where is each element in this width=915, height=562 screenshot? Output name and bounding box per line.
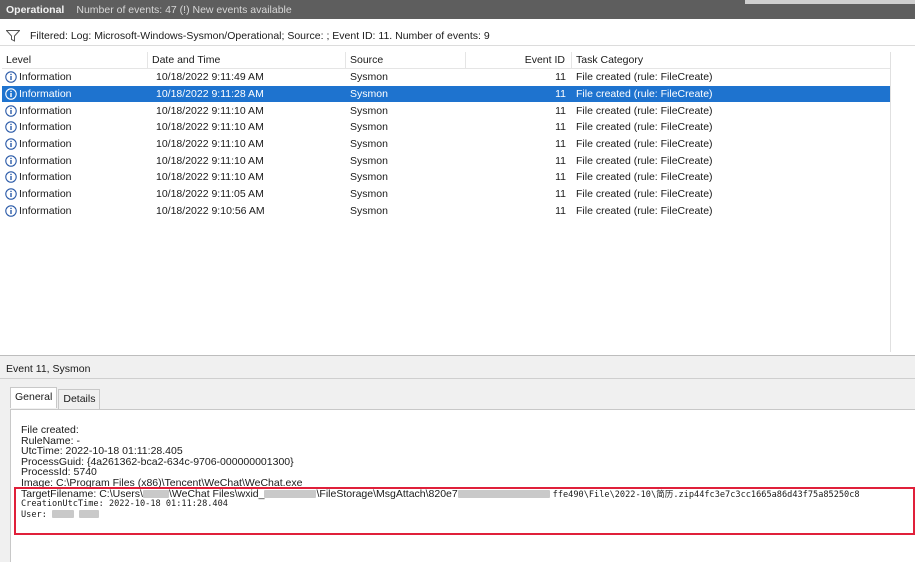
cell-task-category: File created (rule: FileCreate) <box>576 88 713 101</box>
cell-event-id: 11 <box>555 121 566 134</box>
cell-date: 10/18/2022 9:11:05 AM <box>156 188 264 201</box>
information-icon <box>5 155 17 167</box>
cell-source: Sysmon <box>350 88 388 101</box>
information-icon <box>5 138 17 150</box>
cell-source: Sysmon <box>350 121 388 134</box>
detail-divider <box>0 378 915 379</box>
cell-level: Information <box>2 205 148 217</box>
cell-task-category: File created (rule: FileCreate) <box>576 204 713 217</box>
column-header-level[interactable]: Level <box>2 51 148 69</box>
table-row[interactable]: Information 10/18/2022 9:10:56 AM Sysmon 11… <box>2 203 890 220</box>
cell-level-text: Information <box>19 188 72 201</box>
highlight-annotation-box <box>14 487 915 535</box>
cell-date: 10/18/2022 9:11:10 AM <box>156 171 264 184</box>
filter-description: Filtered: Log: Microsoft-Windows-Sysmon/… <box>30 30 490 42</box>
table-row[interactable]: Information 10/18/2022 9:11:10 AM Sysmon 11… <box>2 152 890 169</box>
cell-level-text: Information <box>19 171 72 184</box>
cell-level-text: Information <box>19 154 72 167</box>
cell-date: 10/18/2022 9:11:10 AM <box>156 154 264 167</box>
cell-source: Sysmon <box>350 138 388 151</box>
cell-event-id: 11 <box>555 204 566 217</box>
cell-task-category: File created (rule: FileCreate) <box>576 71 713 84</box>
cell-source: Sysmon <box>350 104 388 117</box>
table-row[interactable]: Information 10/18/2022 9:11:10 AM Sysmon 11… <box>2 136 890 153</box>
cell-event-id: 11 <box>555 171 566 184</box>
column-header-task-category[interactable]: Task Category <box>572 52 890 69</box>
cell-level: Information <box>2 105 148 117</box>
column-header-source[interactable]: Source <box>346 51 466 69</box>
log-name: Operational <box>6 3 65 16</box>
event-count-status[interactable]: Number of events: 47 (!) New events avai… <box>76 4 291 16</box>
cell-source: Sysmon <box>350 71 388 84</box>
cell-event-id: 11 <box>555 71 566 84</box>
line-file-created: File created: <box>21 424 79 436</box>
table-row[interactable]: Information 10/18/2022 9:11:10 AM Sysmon 11… <box>2 119 890 136</box>
cell-task-category: File created (rule: FileCreate) <box>576 171 713 184</box>
table-row[interactable]: Information 10/18/2022 9:11:28 AM Sysmon 11… <box>2 85 890 103</box>
cell-level-text: Information <box>19 71 72 84</box>
cell-date: 10/18/2022 9:10:56 AM <box>156 204 265 217</box>
cell-level-text: Information <box>19 88 72 101</box>
cell-source: Sysmon <box>350 171 388 184</box>
cell-source: Sysmon <box>350 188 388 201</box>
cell-task-category: File created (rule: FileCreate) <box>576 154 713 167</box>
cell-task-category: File created (rule: FileCreate) <box>576 104 713 117</box>
information-icon <box>5 205 17 217</box>
filter-bar: Filtered: Log: Microsoft-Windows-Sysmon/… <box>0 27 915 46</box>
column-header-event-id[interactable]: Event ID <box>466 51 572 69</box>
table-row[interactable]: Information 10/18/2022 9:11:10 AM Sysmon 11… <box>2 102 890 119</box>
information-icon <box>5 171 17 184</box>
cell-level: Information <box>2 71 148 83</box>
event-detail-title: Event 11, Sysmon <box>6 363 91 375</box>
information-icon <box>5 71 17 84</box>
cell-level: Information <box>2 88 148 100</box>
detail-tabs: General Details <box>10 387 101 410</box>
filter-icon <box>6 30 20 42</box>
cell-level-text: Information <box>19 104 72 117</box>
cell-event-id: 11 <box>555 138 566 151</box>
cell-level: Information <box>2 121 148 133</box>
cell-level: Information <box>2 188 148 200</box>
cell-level: Information <box>2 171 148 183</box>
cell-date: 10/18/2022 9:11:49 AM <box>156 71 264 84</box>
cell-event-id: 11 <box>555 88 566 101</box>
log-titlebar: Operational Number of events: 47 (!) New… <box>0 0 915 19</box>
grid-rows: Information 10/18/2022 9:11:49 AM Sysmon 11… <box>2 69 890 219</box>
cell-task-category: File created (rule: FileCreate) <box>576 138 713 151</box>
grid-header: Level Date and Time Source Event ID Task… <box>2 51 890 69</box>
cell-task-category: File created (rule: FileCreate) <box>576 188 713 201</box>
information-icon <box>5 88 17 100</box>
cell-task-category: File created (rule: FileCreate) <box>576 121 713 134</box>
cell-date: 10/18/2022 9:11:10 AM <box>156 121 264 134</box>
cell-level: Information <box>2 138 148 150</box>
cell-source: Sysmon <box>350 154 388 167</box>
cell-date: 10/18/2022 9:11:10 AM <box>156 104 264 117</box>
events-grid[interactable]: Level Date and Time Source Event ID Task… <box>2 51 890 219</box>
table-row[interactable]: Information 10/18/2022 9:11:05 AM Sysmon 11… <box>2 186 890 203</box>
column-header-date[interactable]: Date and Time <box>148 51 346 69</box>
line-process-guid: ProcessGuid: {4a261362-bca2-634c-9706-00… <box>21 455 294 468</box>
general-panel: File created: RuleName: - UtcTime: 2022-… <box>10 409 915 562</box>
cell-date: 10/18/2022 9:11:28 AM <box>156 88 264 101</box>
cell-level-text: Information <box>19 138 72 151</box>
information-icon <box>5 188 17 200</box>
cell-date: 10/18/2022 9:11:10 AM <box>156 138 264 151</box>
grid-scroll-edge <box>890 52 891 352</box>
titlebar-strip <box>745 0 915 4</box>
cell-level-text: Information <box>19 204 72 217</box>
cell-event-id: 11 <box>555 154 566 167</box>
information-icon <box>5 104 17 117</box>
cell-event-id: 11 <box>555 104 566 117</box>
cell-source: Sysmon <box>350 204 388 217</box>
cell-level: Information <box>2 155 148 167</box>
tab-general[interactable]: General <box>10 387 58 408</box>
tab-details[interactable]: Details <box>58 389 101 410</box>
cell-event-id: 11 <box>555 188 566 201</box>
table-row[interactable]: Information 10/18/2022 9:11:49 AM Sysmon 11… <box>2 69 890 86</box>
table-row[interactable]: Information 10/18/2022 9:11:10 AM Sysmon 11… <box>2 169 890 186</box>
cell-level-text: Information <box>19 121 72 134</box>
information-icon <box>5 121 17 134</box>
